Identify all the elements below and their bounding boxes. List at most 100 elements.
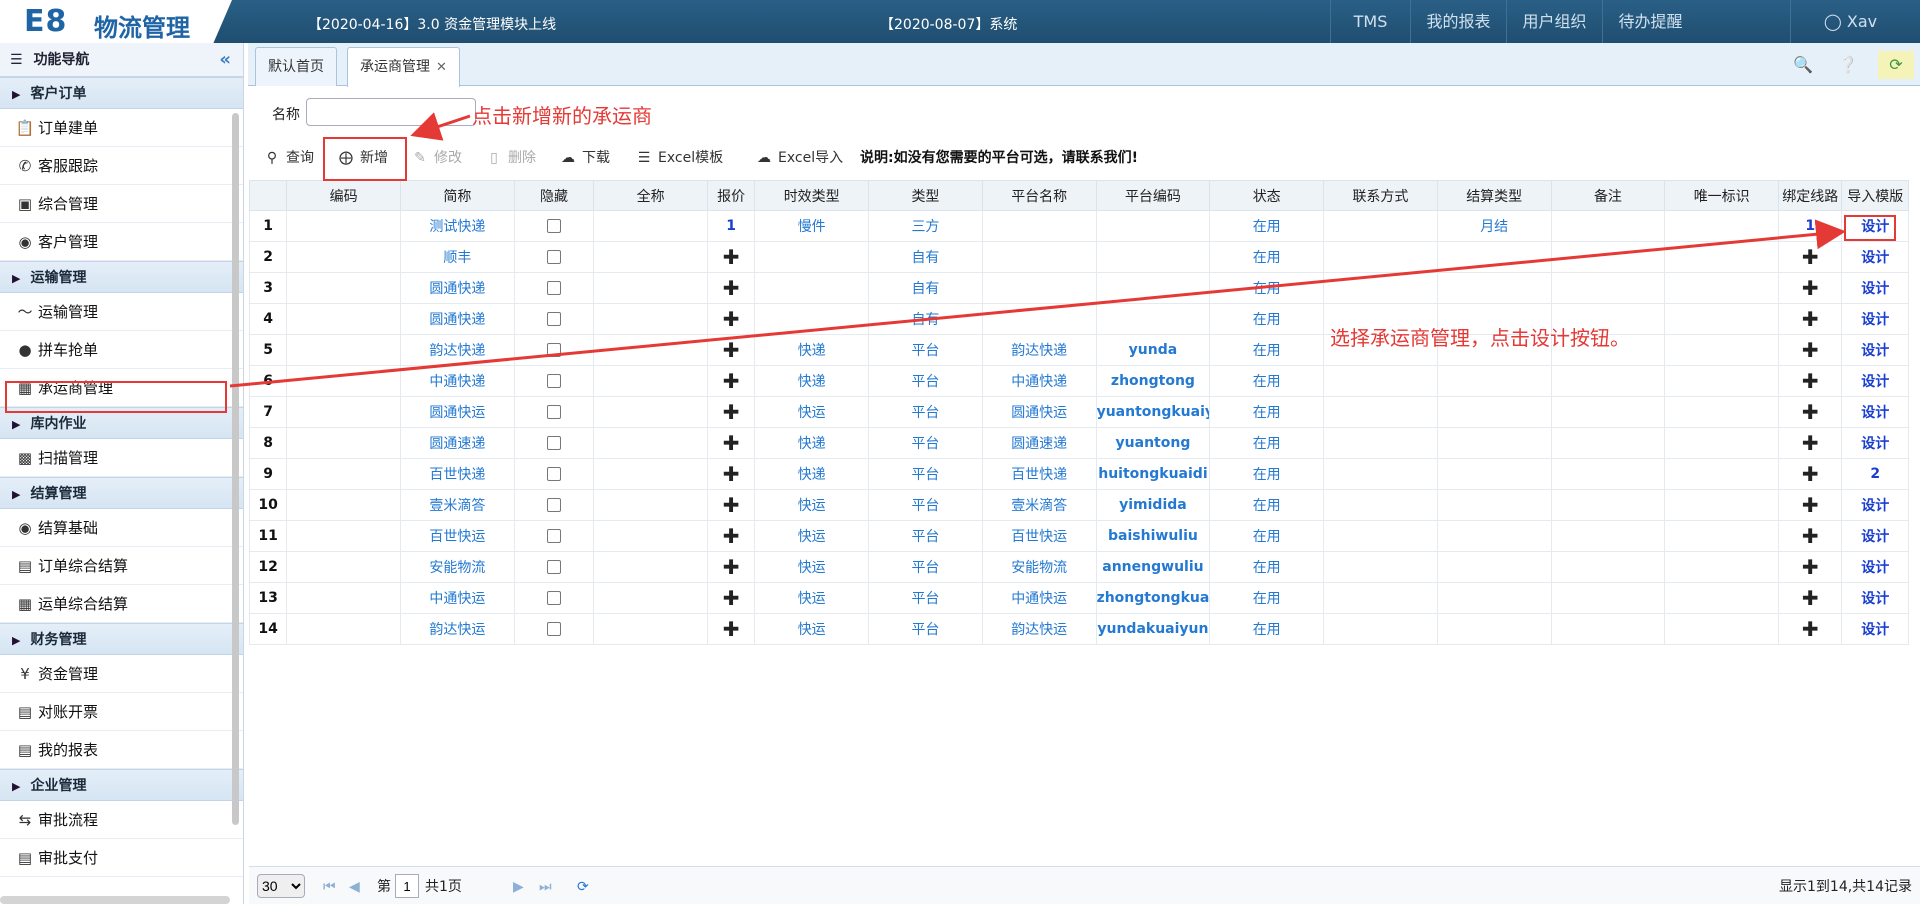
table-row[interactable]: 7 圆通快运 ✚ 快运 平台 圆通快运 yuantongkuaiy 在用 ✚ 设计: [248, 396, 1909, 428]
sidebar-item-approval-flow[interactable]: ⇆ 审批流程: [0, 801, 243, 839]
tpl-cell[interactable]: 设计: [1841, 520, 1909, 552]
table-row[interactable]: 10 壹米滴答 ✚ 快运 平台 壹米滴答 yimidida 在用 ✚ 设计: [248, 489, 1909, 521]
plus-icon[interactable]: ✚: [723, 493, 740, 517]
sidebar-item-waybill-settlement[interactable]: ▦ 运单综合结算: [0, 585, 243, 623]
tpl-cell[interactable]: 设计: [1841, 582, 1909, 614]
download-button[interactable]: ☁ 下载: [558, 146, 610, 170]
column-header[interactable]: 时效类型: [754, 180, 870, 211]
table-row[interactable]: 9 百世快递 ✚ 快递 平台 百世快递 huitongkuaidi 在用 ✚ 2: [248, 458, 1909, 490]
hidden-checkbox[interactable]: [546, 250, 561, 264]
table-row[interactable]: 3 圆通快递 ✚ 自有 在用 ✚ 设计: [248, 272, 1909, 304]
column-header[interactable]: 编码: [286, 180, 401, 211]
tpl-cell[interactable]: 2: [1841, 458, 1909, 490]
table-row[interactable]: 11 百世快运 ✚ 快运 平台 百世快运 baishiwuliu 在用 ✚ 设计: [248, 520, 1909, 552]
plus-icon[interactable]: ✚: [1802, 586, 1819, 610]
sidebar-item-general-mgmt[interactable]: ▣ 综合管理: [0, 185, 243, 223]
plus-icon[interactable]: ✚: [1802, 245, 1819, 269]
sidebar-hscrollbar[interactable]: [0, 896, 230, 904]
hidden-checkbox[interactable]: [546, 405, 561, 419]
nav-my-reports[interactable]: 我的报表: [1410, 0, 1506, 43]
plus-icon[interactable]: ✚: [1802, 462, 1819, 486]
plus-icon[interactable]: ✚: [723, 338, 740, 362]
close-icon[interactable]: ✕: [436, 60, 447, 75]
excel-import-button[interactable]: ☁ Excel导入: [754, 146, 843, 170]
plus-icon[interactable]: ✚: [1802, 276, 1819, 300]
column-header[interactable]: 联系方式: [1323, 180, 1438, 211]
tpl-cell[interactable]: 设计: [1841, 303, 1909, 335]
tpl-cell[interactable]: 设计: [1841, 396, 1909, 428]
page-size-select[interactable]: 30: [257, 874, 305, 898]
hidden-checkbox[interactable]: [546, 560, 561, 574]
reload-icon[interactable]: ⟳: [577, 875, 589, 899]
quote-cell[interactable]: 1: [706, 210, 756, 242]
nav-group-settlement[interactable]: ▶ 结算管理: [0, 477, 243, 509]
plus-icon[interactable]: ✚: [723, 307, 740, 331]
column-header[interactable]: 结算类型: [1436, 180, 1552, 211]
column-header[interactable]: 状态: [1209, 180, 1325, 211]
plus-icon[interactable]: ✚: [723, 524, 740, 548]
table-row[interactable]: 6 中通快递 ✚ 快递 平台 中通快递 zhongtong 在用 ✚ 设计: [248, 365, 1909, 397]
refresh-icon[interactable]: ⟳: [1878, 51, 1914, 79]
nav-tms[interactable]: TMS: [1330, 0, 1410, 43]
hidden-checkbox[interactable]: [546, 374, 561, 388]
table-row[interactable]: 5 韵达快递 ✚ 快递 平台 韵达快递 yunda 在用 ✚ 设计: [248, 334, 1909, 366]
column-header[interactable]: 简称: [399, 180, 515, 211]
nav-user-org[interactable]: 用户组织: [1506, 0, 1602, 43]
notice-1[interactable]: 【2020-04-16】3.0 资金管理模块上线: [308, 14, 556, 34]
tpl-cell[interactable]: 设计: [1841, 489, 1909, 521]
plus-icon[interactable]: ✚: [1802, 617, 1819, 641]
plus-icon[interactable]: ✚: [1802, 524, 1819, 548]
table-row[interactable]: 2 顺丰 ✚ 自有 在用 ✚ 设计: [248, 241, 1909, 273]
sidebar-item-approval-pay[interactable]: ▤ 审批支付: [0, 839, 243, 877]
nav-group-finance[interactable]: ▶ 财务管理: [0, 623, 243, 655]
sidebar-item-invoicing[interactable]: ▤ 对账开票: [0, 693, 243, 731]
column-header[interactable]: 唯一标识: [1664, 180, 1780, 211]
sidebar-item-scan-mgmt[interactable]: ▩ 扫描管理: [0, 439, 243, 477]
tpl-cell[interactable]: 设计: [1841, 551, 1909, 583]
sidebar-item-my-reports[interactable]: ▤ 我的报表: [0, 731, 243, 769]
column-header[interactable]: 绑定线路: [1778, 180, 1843, 211]
table-row[interactable]: 12 安能物流 ✚ 快运 平台 安能物流 annengwuliu 在用 ✚ 设计: [248, 551, 1909, 583]
nav-group-transport[interactable]: ▶ 运输管理: [0, 261, 243, 293]
nav-todo[interactable]: 待办提醒: [1602, 0, 1698, 43]
column-header[interactable]: 全称: [593, 180, 708, 211]
search-icon[interactable]: 🔍: [1789, 51, 1817, 79]
help-icon[interactable]: ❔: [1834, 51, 1862, 79]
sidebar-item-funds[interactable]: ¥ 资金管理: [0, 655, 243, 693]
page-number-input[interactable]: [395, 874, 419, 898]
tpl-cell[interactable]: 设计: [1841, 365, 1909, 397]
sidebar-item-order-create[interactable]: 📋 订单建单: [0, 109, 243, 147]
plus-icon[interactable]: ✚: [1802, 400, 1819, 424]
last-page-icon[interactable]: ⏭: [539, 875, 552, 899]
plus-icon[interactable]: ✚: [723, 245, 740, 269]
column-header[interactable]: 平台编码: [1095, 180, 1211, 211]
sidebar-item-customer-mgmt[interactable]: ◉ 客户管理: [0, 223, 243, 261]
first-page-icon[interactable]: ⏮: [323, 875, 336, 899]
sidebar-item-service-track[interactable]: ✆ 客服跟踪: [0, 147, 243, 185]
route-cell[interactable]: 1: [1778, 210, 1843, 242]
column-header[interactable]: 平台名称: [981, 180, 1097, 211]
query-button[interactable]: ⚲ 查询: [262, 146, 314, 170]
table-row[interactable]: 8 圆通速递 ✚ 快递 平台 圆通速递 yuantong 在用 ✚ 设计: [248, 427, 1909, 459]
next-page-icon[interactable]: ▶: [513, 875, 524, 899]
plus-icon[interactable]: ✚: [723, 431, 740, 455]
table-row[interactable]: 14 韵达快运 ✚ 快运 平台 韵达快运 yundakuaiyun 在用 ✚ 设计: [248, 613, 1909, 645]
hidden-checkbox[interactable]: [546, 312, 561, 326]
table-row[interactable]: 4 圆通快递 ✚ 自有 在用 ✚ 设计: [248, 303, 1909, 335]
hidden-checkbox[interactable]: [546, 219, 561, 233]
edit-button[interactable]: ✎ 修改: [410, 146, 462, 170]
delete-button[interactable]: ▯ 删除: [484, 146, 536, 170]
tpl-cell[interactable]: 设计: [1841, 272, 1909, 304]
user-menu[interactable]: ◯ Xav: [1790, 0, 1910, 43]
tab-carrier-mgmt[interactable]: 承运商管理 ✕: [347, 47, 460, 87]
tpl-cell[interactable]: 设计: [1841, 613, 1909, 645]
excel-template-button[interactable]: ☰ Excel模板: [634, 146, 723, 170]
column-header[interactable]: [248, 180, 288, 211]
sidebar-item-settlement-basic[interactable]: ◉ 结算基础: [0, 509, 243, 547]
hidden-checkbox[interactable]: [546, 281, 561, 295]
plus-icon[interactable]: ✚: [1802, 369, 1819, 393]
plus-icon[interactable]: ✚: [1802, 431, 1819, 455]
hidden-checkbox[interactable]: [546, 467, 561, 481]
sidebar-item-order-settlement[interactable]: ▤ 订单综合结算: [0, 547, 243, 585]
tpl-cell[interactable]: 设计: [1841, 241, 1909, 273]
